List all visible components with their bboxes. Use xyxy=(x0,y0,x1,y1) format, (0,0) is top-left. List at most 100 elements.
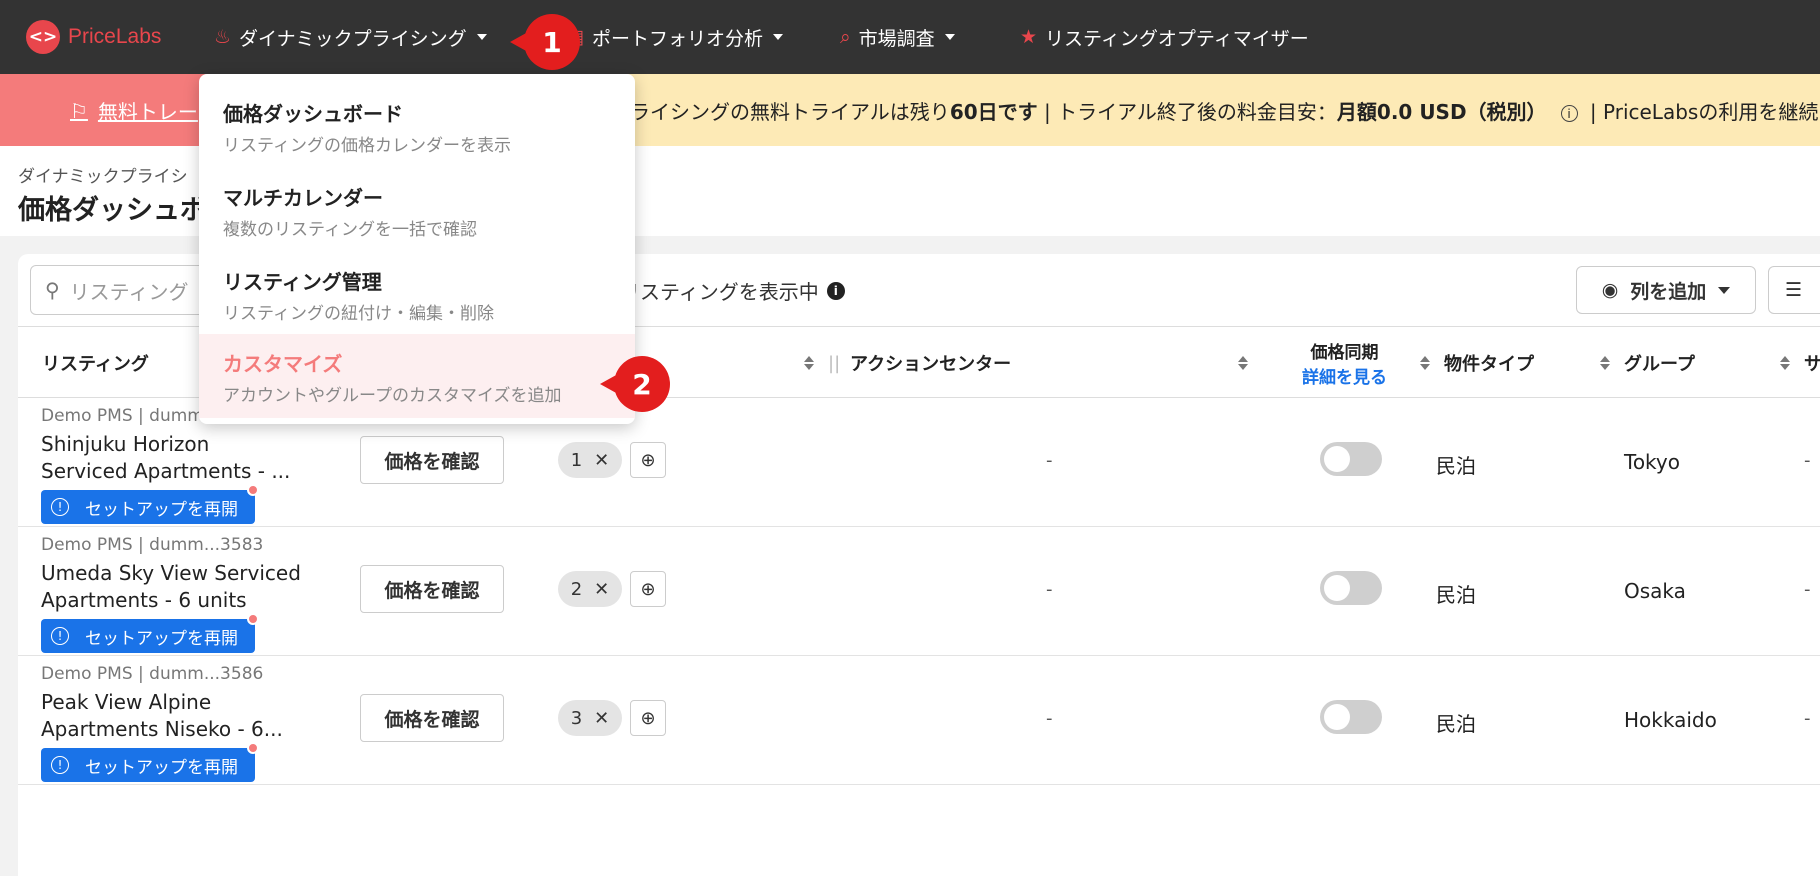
price-sync-toggle[interactable] xyxy=(1320,700,1382,734)
eye-icon: ◉ xyxy=(1601,279,1619,301)
sort-icon xyxy=(1420,356,1430,370)
search-placeholder: リスティング xyxy=(69,279,189,304)
tag-label: 1 xyxy=(570,449,583,471)
next-col-value: - xyxy=(1804,708,1811,729)
column-resize-handle[interactable]: || xyxy=(828,353,840,374)
listing-meta: Demo PMS | dumm...3586 xyxy=(41,664,264,684)
th-group-label: グループ xyxy=(1624,354,1695,375)
banner-text-prefix: ライシングの無料トライアルは残り xyxy=(630,100,950,124)
listing-name[interactable]: Umeda Sky View Serviced Apartments - 6 u… xyxy=(41,560,301,614)
search-icon: ⚲ xyxy=(45,278,60,302)
nav-listing-optimizer[interactable]: ★ リスティングオプティマイザー xyxy=(1020,20,1309,54)
megaphone-icon: ⚐ xyxy=(70,98,88,123)
listing-name[interactable]: Peak View Alpine Apartments Niseko - 6..… xyxy=(41,689,301,743)
resume-setup-button[interactable]: ! セットアップを再開 xyxy=(41,742,259,782)
menu-item-listing-management[interactable]: リスティング管理 リスティングの紐付け・編集・削除 xyxy=(199,252,635,336)
info-icon[interactable]: i xyxy=(826,281,845,300)
banner-text-mid: | トライアル終了後の料金目安： xyxy=(1037,100,1337,124)
th-action-center[interactable]: アクションセンター xyxy=(850,327,1011,399)
toggle-knob xyxy=(1324,704,1350,730)
sort-icon xyxy=(1238,356,1248,370)
menu-item-customize[interactable]: カスタマイズ アカウントやグループのカスタマイズを追加 xyxy=(199,334,635,418)
tag-chip[interactable]: 3 ✕ xyxy=(558,700,622,736)
add-tag-button[interactable]: ⊕ xyxy=(630,571,666,607)
step-badge-1: 1 xyxy=(510,14,580,70)
add-tag-button[interactable]: ⊕ xyxy=(630,442,666,478)
chevron-down-icon xyxy=(772,34,783,40)
toggle-knob xyxy=(1324,446,1350,472)
nav-market-research[interactable]: ⌕ 市場調査 xyxy=(840,20,955,54)
nav-portfolio-analytics[interactable]: ▤ ポートフォリオ分析 xyxy=(566,20,783,54)
th-price-sync-sort[interactable] xyxy=(1410,327,1430,399)
sort-icon xyxy=(804,356,814,370)
th-listing-label: リスティング xyxy=(42,354,149,375)
check-price-button[interactable]: 価格を確認 xyxy=(360,565,504,613)
dynamic-pricing-dropdown: 価格ダッシュボード リスティングの価格カレンダーを表示 マルチカレンダー 複数の… xyxy=(199,74,635,424)
action-center-value: - xyxy=(1046,579,1053,600)
menu-item-subtitle: 複数のリスティングを一括で確認 xyxy=(223,220,477,240)
menu-item-subtitle: リスティングの紐付け・編集・削除 xyxy=(223,304,494,324)
menu-item-price-dashboard[interactable]: 価格ダッシュボード リスティングの価格カレンダーを表示 xyxy=(199,84,635,168)
resume-setup-button[interactable]: ! セットアップを再開 xyxy=(41,484,259,524)
th-group[interactable]: グループ xyxy=(1624,327,1695,399)
filter-button[interactable]: ☰ xyxy=(1768,266,1820,314)
banner-text-suffix: | PriceLabsの利用を継続 xyxy=(1583,100,1819,124)
property-type-value: 民泊 xyxy=(1436,583,1476,607)
th-price-sync: 価格同期 詳細を見る xyxy=(1302,327,1387,399)
badge-number: 2 xyxy=(632,367,652,401)
listing-name[interactable]: Shinjuku Horizon Serviced Apartments - .… xyxy=(41,431,301,485)
property-type-value: 民泊 xyxy=(1436,712,1476,736)
chevron-down-icon xyxy=(944,34,955,40)
next-col-value: - xyxy=(1804,450,1811,471)
menu-item-subtitle: アカウントやグループのカスタマイズを追加 xyxy=(223,386,562,406)
add-column-button[interactable]: ◉ 列を追加 xyxy=(1576,266,1756,314)
th-next[interactable]: サ xyxy=(1804,327,1820,399)
price-sync-toggle[interactable] xyxy=(1320,442,1382,476)
nav-label: ポートフォリオ分析 xyxy=(591,27,763,50)
th-property-type[interactable]: 物件タイプ xyxy=(1444,327,1534,399)
close-icon[interactable]: ✕ xyxy=(594,579,609,600)
th-listing[interactable]: リスティング xyxy=(42,327,149,399)
add-column-label: 列を追加 xyxy=(1630,280,1707,303)
badge-number: 1 xyxy=(542,25,562,59)
notification-dot xyxy=(247,613,259,625)
close-icon[interactable]: ✕ xyxy=(594,708,609,729)
listing-meta: Demo PMS | dumm...3583 xyxy=(41,535,264,555)
resume-setup-button[interactable]: ! セットアップを再開 xyxy=(41,613,259,653)
step-badge-2: 2 xyxy=(600,356,670,412)
logo[interactable]: <> PriceLabs xyxy=(26,19,161,55)
check-price-button[interactable]: 価格を確認 xyxy=(360,694,504,742)
star-icon: ★ xyxy=(1020,26,1038,48)
menu-item-title: マルチカレンダー xyxy=(223,186,383,210)
nav-dynamic-pricing[interactable]: ♨ ダイナミックプライシング xyxy=(214,20,487,54)
price-sync-toggle[interactable] xyxy=(1320,571,1382,605)
toggle-knob xyxy=(1324,575,1350,601)
menu-item-multi-calendar[interactable]: マルチカレンダー 複数のリスティングを一括で確認 xyxy=(199,168,635,252)
tag-chip[interactable]: 2 ✕ xyxy=(558,571,622,607)
breadcrumb[interactable]: ダイナミックプライシ xyxy=(18,162,188,187)
plus-circle-icon: ⊕ xyxy=(640,578,656,600)
price-sync-details-link[interactable]: 詳細を見る xyxy=(1302,363,1387,388)
nav-label: リスティングオプティマイザー xyxy=(1045,27,1309,50)
badge-pointer xyxy=(600,374,618,394)
th-property-type-sort[interactable] xyxy=(1590,327,1610,399)
pricelabs-logo-icon: <> xyxy=(26,20,60,54)
th-sort-prev[interactable]: || xyxy=(794,327,840,399)
close-icon[interactable]: ✕ xyxy=(594,450,609,471)
alert-icon: ! xyxy=(51,498,69,516)
banner-message: ライシングの無料トライアルは残り60日です | トライアル終了後の料金目安：月額… xyxy=(630,96,1818,125)
nav-label: ダイナミックプライシング xyxy=(239,27,467,50)
th-next-label: サ xyxy=(1804,354,1820,375)
th-action-center-label: アクションセンター xyxy=(850,354,1012,375)
info-icon[interactable]: i xyxy=(1560,105,1578,122)
free-trial-link[interactable]: ⚐ 無料トレー xyxy=(70,96,198,125)
th-group-sort[interactable] xyxy=(1770,327,1790,399)
menu-item-subtitle: リスティングの価格カレンダーを表示 xyxy=(223,136,511,156)
free-trial-link-text: 無料トレー xyxy=(97,100,198,124)
add-tag-button[interactable]: ⊕ xyxy=(630,700,666,736)
action-center-value: - xyxy=(1046,450,1053,471)
th-action-center-sort[interactable] xyxy=(1228,327,1248,399)
table-row: Demo PMS | dumm...3583 Umeda Sky View Se… xyxy=(18,527,1820,656)
check-price-button[interactable]: 価格を確認 xyxy=(360,436,504,484)
tag-chip[interactable]: 1 ✕ xyxy=(558,442,622,478)
